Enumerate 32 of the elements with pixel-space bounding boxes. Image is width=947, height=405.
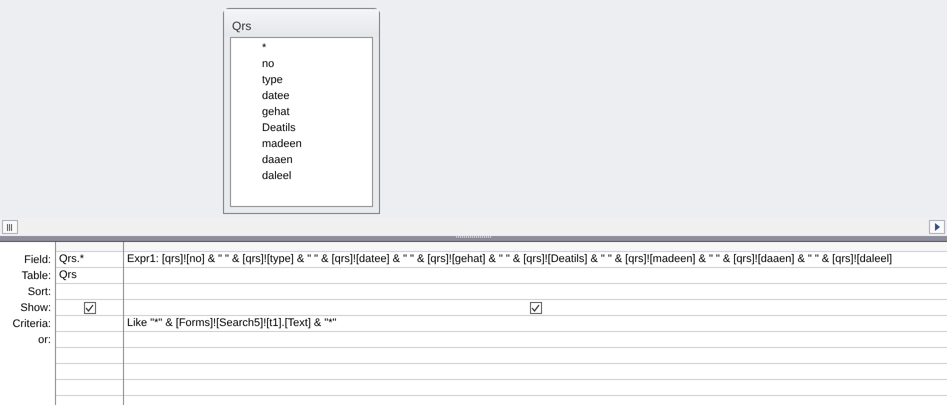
row-label: Show: bbox=[20, 301, 51, 316]
grid-cell[interactable]: Qrs.* bbox=[56, 252, 123, 268]
field-item[interactable]: daaen bbox=[231, 152, 297, 168]
row-label: Field: bbox=[24, 253, 51, 268]
field-item[interactable]: Deatils bbox=[231, 120, 300, 136]
grid-cell[interactable]: Expr1: [qrs]![no] & " " & [qrs]![type] & " " & [qrs]![datee] & " " & [qrs]![gehat] & " " & [qrs]![Deatils] & " " & [qrs]![madeen] & " " & [qrs]![daaen] & " " & [qrs]![daleel] bbox=[124, 252, 947, 268]
show-checkbox[interactable] bbox=[530, 302, 542, 314]
grip-icon bbox=[7, 224, 13, 230]
field-item[interactable]: madeen bbox=[231, 136, 306, 152]
row-label: Table: bbox=[22, 269, 51, 284]
field-item[interactable]: type bbox=[231, 72, 287, 88]
field-item[interactable]: gehat bbox=[231, 104, 294, 120]
column-selector[interactable] bbox=[56, 242, 123, 252]
table-field-list[interactable]: Qrs * no type datee gehat Deatils madeen daaen daleel bbox=[223, 8, 380, 214]
table-title: Qrs bbox=[224, 9, 379, 37]
show-cell[interactable] bbox=[124, 300, 947, 316]
row-label: Sort: bbox=[28, 285, 51, 300]
scroll-left-button[interactable] bbox=[2, 220, 18, 234]
field-item[interactable]: * bbox=[231, 40, 270, 56]
right-arrow-icon bbox=[934, 223, 940, 231]
field-listbox[interactable]: * no type datee gehat Deatils madeen daaen daleel bbox=[230, 37, 373, 207]
grid-cell[interactable]: Qrs bbox=[56, 268, 123, 284]
column-selector[interactable] bbox=[124, 242, 947, 252]
field-item[interactable]: daleel bbox=[231, 168, 296, 184]
show-checkbox[interactable] bbox=[84, 302, 96, 314]
show-cell[interactable] bbox=[56, 300, 123, 316]
scroll-right-button[interactable] bbox=[929, 220, 945, 234]
field-item[interactable]: no bbox=[231, 56, 278, 72]
row-label: or: bbox=[38, 333, 51, 348]
grid-cell[interactable]: Like "*" & [Forms]![Search5]![t1].[Text] & "*" bbox=[124, 316, 947, 332]
field-item[interactable]: datee bbox=[231, 88, 294, 104]
row-label: Criteria: bbox=[12, 317, 51, 332]
